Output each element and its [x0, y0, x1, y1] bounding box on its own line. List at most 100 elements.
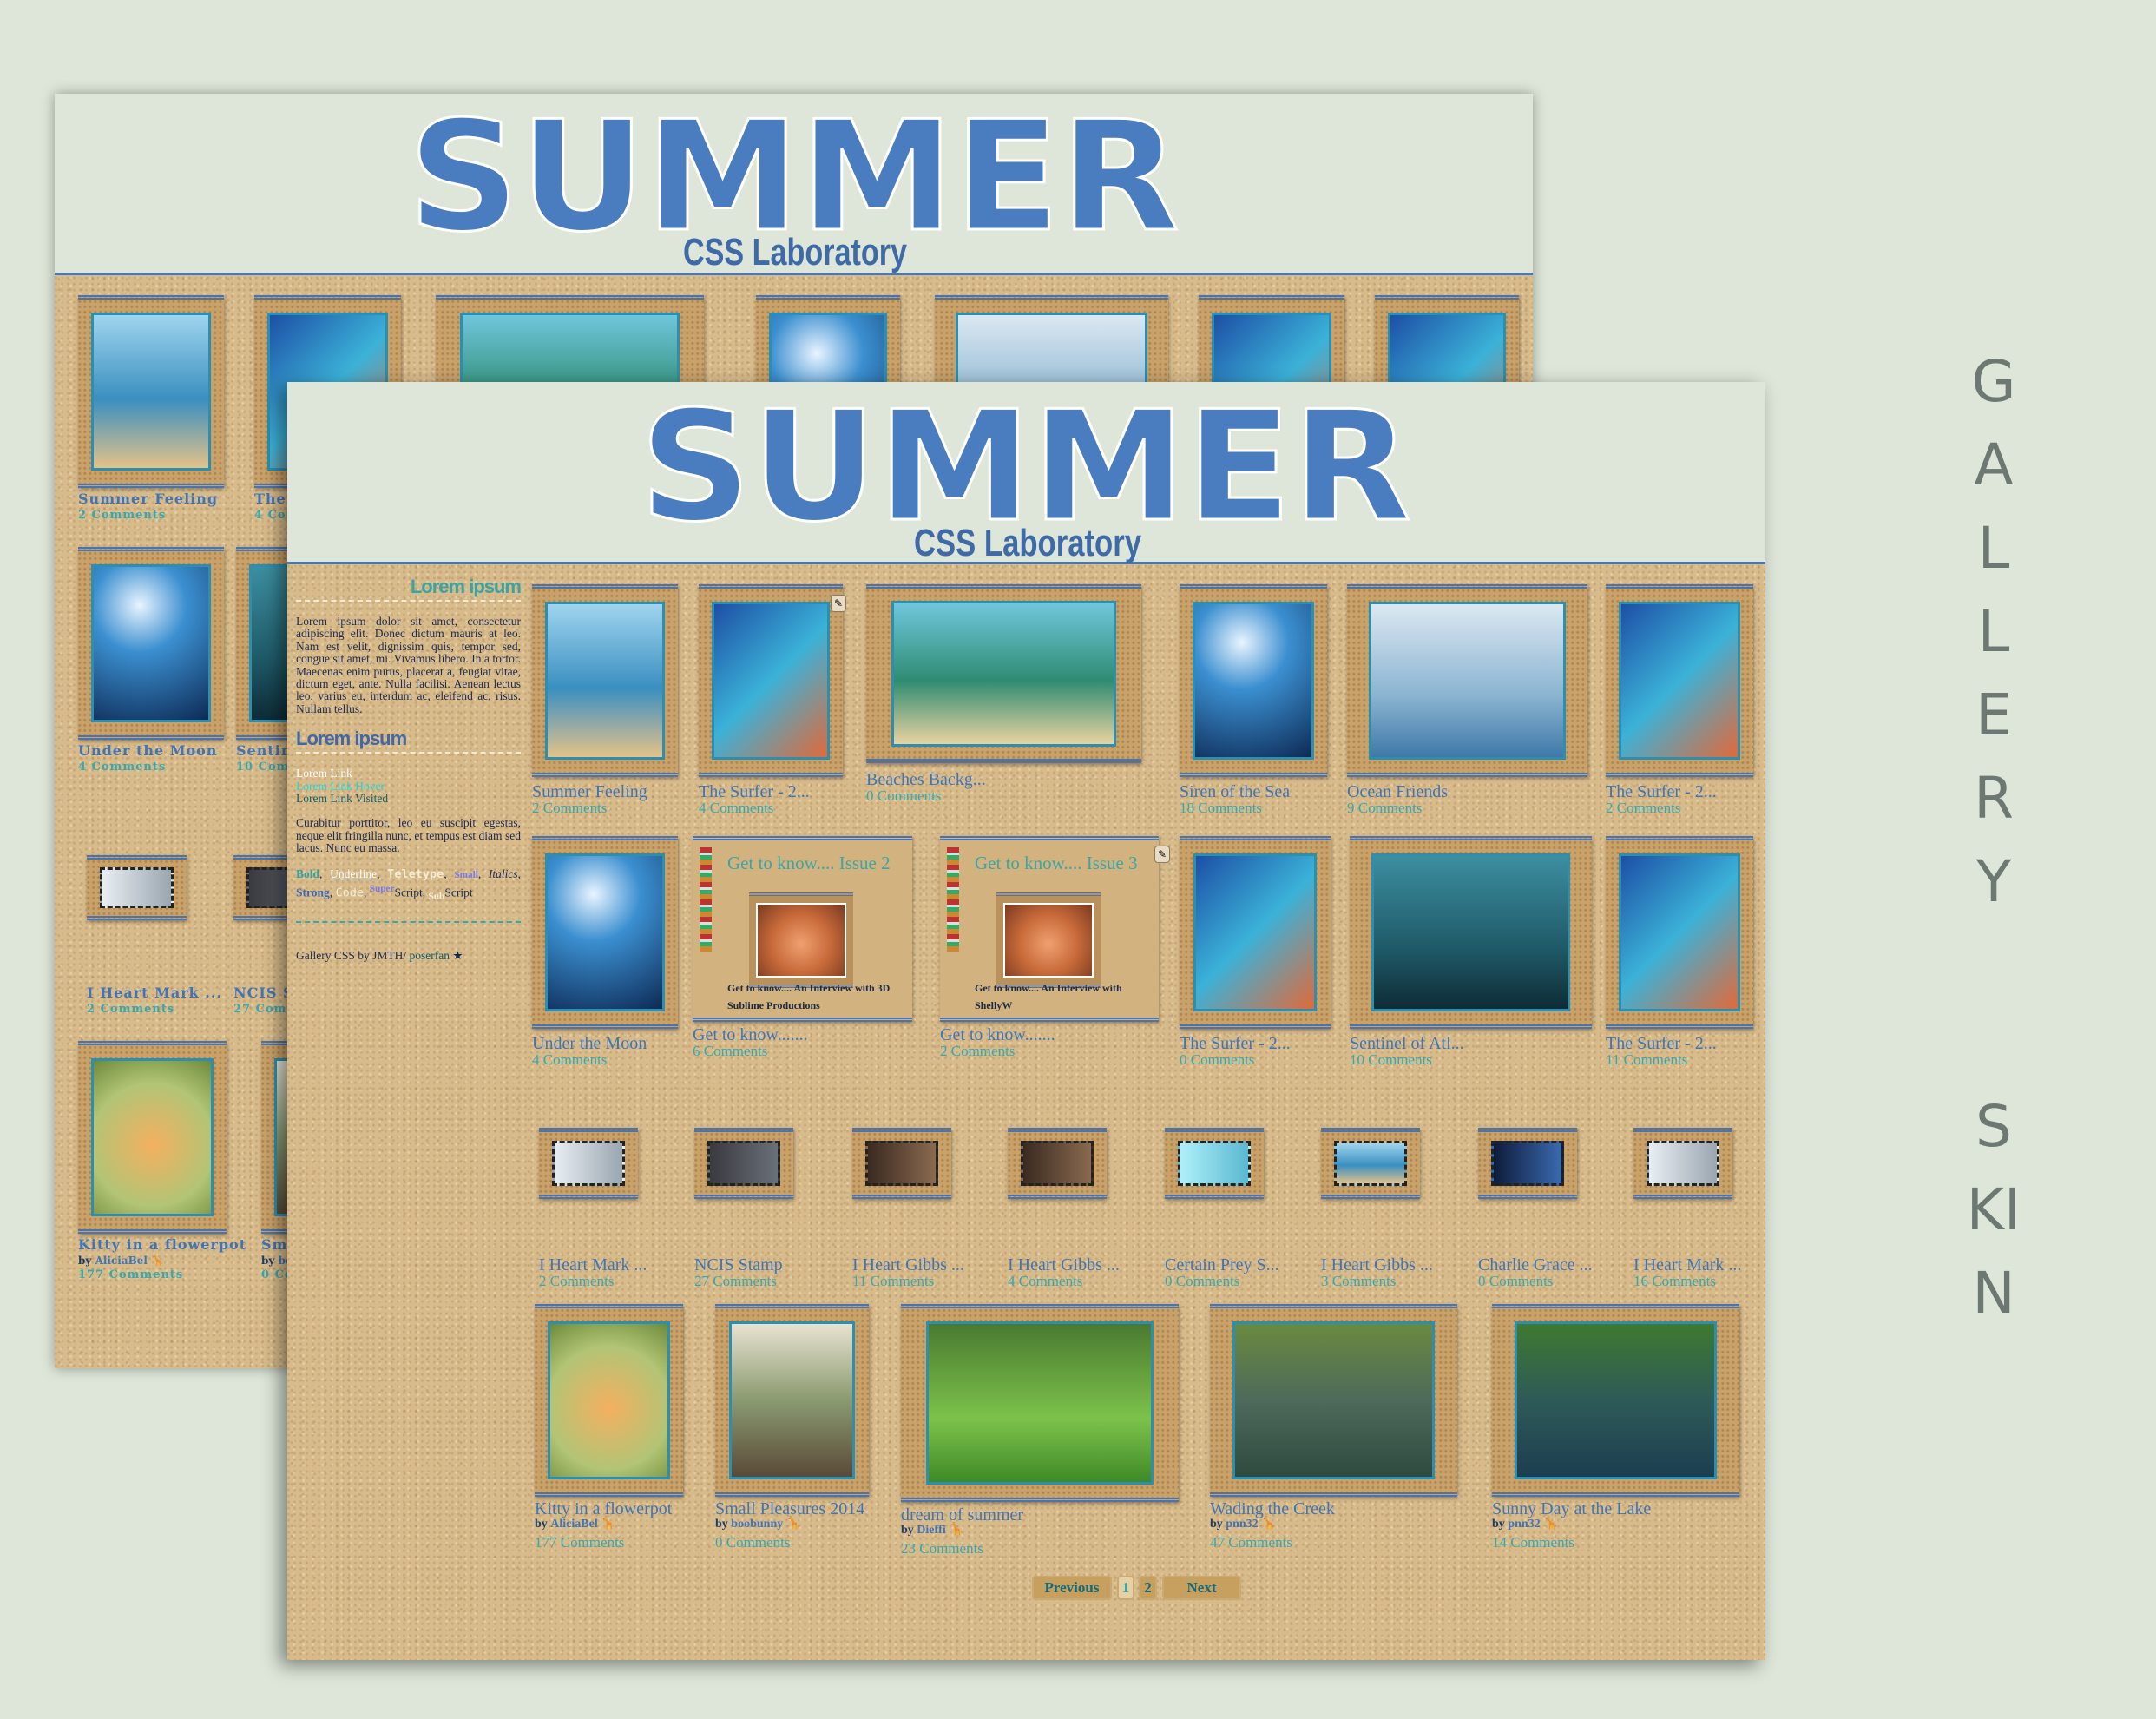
item-author[interactable]: by boobunny 🦒 [715, 1517, 801, 1531]
thumbnail-frame[interactable] [1347, 584, 1587, 777]
gallery-item[interactable]: Wading the Creek by pnn32 🦒 47 Comments [1210, 1304, 1457, 1551]
gallery-item[interactable]: NCIS Stamp 27 Comments [694, 1128, 793, 1289]
gallery-item[interactable]: The Surfer - 2... 11 Comments [1606, 836, 1753, 1068]
item-comments-link[interactable]: 6 Comments [693, 1043, 767, 1060]
next-page-button[interactable]: Next [1162, 1576, 1241, 1600]
item-comments-link[interactable]: 47 Comments [1210, 1534, 1292, 1551]
card-title[interactable]: Get to know.... Issue 2 [727, 853, 891, 874]
thumbnail-image[interactable] [548, 1321, 670, 1480]
gallery-item[interactable]: Kitty in a flowerpot by AliciaBel 🦒 177 Co… [78, 1041, 246, 1281]
author-link[interactable]: AliciaBel [550, 1518, 597, 1531]
item-comments-link[interactable]: 18 Comments [1180, 800, 1262, 817]
gallery-item[interactable]: The Surfer - 2...4 Comments [699, 584, 843, 816]
thumbnail-frame[interactable] [1008, 1128, 1107, 1199]
item-comments-link[interactable]: 4 Comments [699, 800, 773, 817]
thumbnail-frame[interactable] [694, 1128, 793, 1199]
edit-pencil-icon[interactable]: ✎ [1154, 846, 1170, 863]
edit-pencil-icon[interactable]: ✎ [831, 595, 846, 612]
thumbnail-frame[interactable] [1165, 1128, 1264, 1199]
thumbnail-image[interactable] [711, 601, 831, 761]
thumbnail-image[interactable] [1177, 1141, 1252, 1186]
item-title[interactable]: Under the Moon [78, 742, 217, 759]
previous-page-button[interactable]: Previous [1032, 1576, 1112, 1600]
item-comments-link[interactable]: 2 Comments [532, 800, 607, 817]
card-title[interactable]: Get to know.... Issue 3 [975, 853, 1138, 874]
thumbnail-frame[interactable] [78, 547, 224, 740]
item-comments-link[interactable]: 10 Comments [1350, 1051, 1432, 1069]
thumbnail-image[interactable] [925, 1321, 1154, 1485]
thumbnail-frame[interactable] [866, 584, 1141, 763]
thumbnail-image[interactable] [1368, 601, 1567, 761]
thumbnail-frame[interactable] [532, 836, 678, 1029]
thumbnail-frame[interactable] [1606, 836, 1753, 1029]
gallery-item[interactable]: Under the Moon 4 Comments [78, 547, 224, 774]
author-link[interactable]: pnn32 [1508, 1518, 1540, 1531]
sidebar-link[interactable]: Lorem Link [296, 767, 521, 780]
item-comments-link[interactable]: 0 Comments [715, 1534, 790, 1551]
thumbnail-frame[interactable] [78, 1041, 227, 1234]
gallery-item[interactable]: I Heart Gibbs ... 3 Comments [1321, 1128, 1433, 1289]
thumbnail-frame[interactable] [1606, 584, 1753, 777]
item-comments-link[interactable]: 4 Comments [1008, 1273, 1082, 1290]
item-author[interactable]: by AliciaBel 🦒 [78, 1255, 164, 1267]
author-link[interactable]: boobunny [731, 1518, 783, 1531]
thumbnail-image[interactable] [91, 1057, 214, 1217]
item-comments-link[interactable]: 0 Comments [1478, 1273, 1553, 1290]
page-2-button[interactable]: 2 [1139, 1576, 1157, 1600]
gallery-item[interactable]: Summer Feeling 2 Comments [78, 295, 224, 522]
thumbnail-image[interactable] [864, 1141, 939, 1186]
item-comments-link[interactable]: 4 Comments [532, 1051, 607, 1069]
gallery-item[interactable]: Charlie Grace ... 0 Comments [1478, 1128, 1593, 1289]
item-author[interactable]: by pnn32 🦒 [1210, 1517, 1277, 1531]
gallery-item[interactable]: Under the Moon 4 Comments [532, 836, 678, 1068]
thumbnail-frame[interactable] [1321, 1128, 1420, 1199]
thumbnail-frame[interactable] [1492, 1304, 1739, 1497]
item-comments-link[interactable]: 2 Comments [940, 1043, 1015, 1060]
item-comments-link[interactable]: 11 Comments [852, 1273, 934, 1290]
thumbnail-frame[interactable] [1180, 836, 1331, 1029]
thumbnail-image[interactable] [1193, 601, 1314, 761]
thumbnail-image[interactable] [1333, 1141, 1408, 1186]
gallery-item[interactable]: Siren of the Sea18 Comments [1180, 584, 1327, 816]
thumbnail-frame[interactable] [715, 1304, 869, 1497]
thumbnail-image[interactable] [1490, 1141, 1565, 1186]
thumbnail-image[interactable] [1020, 1141, 1094, 1186]
gallery-item[interactable]: dream of summer by Dieffi 🦒 23 Comments [901, 1304, 1179, 1557]
gallery-item[interactable]: The Surfer - 2...2 Comments [1606, 584, 1753, 816]
thumbnail-image[interactable] [1193, 853, 1318, 1012]
gallery-item[interactable]: Summer Feeling 2 Comments [532, 584, 678, 816]
thumbnail-frame[interactable] [539, 1128, 638, 1199]
gallery-item[interactable]: Get to know.... Issue 2 Get to know.... A… [693, 836, 912, 1059]
thumbnail-frame[interactable] [699, 584, 843, 777]
thumbnail-image[interactable] [1619, 601, 1740, 761]
item-author[interactable]: by AliciaBel 🦒 [535, 1517, 616, 1531]
article-card[interactable]: Get to know.... Issue 3 Get to know.... A… [940, 836, 1159, 1022]
gallery-item[interactable]: I Heart Gibbs ... 4 Comments [1008, 1128, 1120, 1289]
thumbnail-frame[interactable] [1180, 584, 1327, 777]
page-1-button[interactable]: 1 [1117, 1576, 1134, 1600]
gallery-item[interactable]: Beaches Backg...0 Comments [866, 584, 1141, 804]
item-comments-link[interactable]: 16 Comments [1633, 1273, 1716, 1290]
thumbnail-frame[interactable] [532, 584, 678, 777]
gallery-item[interactable]: I Heart Mark ... 16 Comments [1633, 1128, 1741, 1289]
item-comments-link[interactable]: 0 Comments [866, 787, 941, 805]
thumbnail-frame[interactable] [1350, 836, 1592, 1029]
thumbnail-image[interactable] [91, 312, 211, 471]
item-comments-link[interactable]: 177 Comments [78, 1268, 183, 1281]
article-thumbnail[interactable] [996, 892, 1101, 988]
gallery-item[interactable]: Sunny Day at the Lake by pnn32 🦒 14 Commen… [1492, 1304, 1739, 1551]
gallery-item[interactable]: Ocean Friends9 Comments [1347, 584, 1587, 816]
article-thumbnail[interactable] [749, 892, 853, 988]
gallery-item[interactable]: Sentinel of Atl...10 Comments [1350, 836, 1592, 1068]
item-comments-link[interactable]: 3 Comments [1321, 1273, 1396, 1290]
item-comments-link[interactable]: 27 Comments [694, 1273, 777, 1290]
thumbnail-frame[interactable] [901, 1304, 1179, 1502]
thumbnail-frame[interactable] [78, 295, 224, 488]
item-comments-link[interactable]: 23 Comments [901, 1540, 983, 1558]
item-title[interactable]: I Heart Mark ... [87, 985, 222, 1001]
thumbnail-image[interactable] [891, 600, 1117, 748]
thumbnail-frame[interactable] [535, 1304, 683, 1497]
gallery-item[interactable]: I Heart Gibbs ... 11 Comments [852, 1128, 964, 1289]
item-comments-link[interactable]: 2 Comments [78, 509, 166, 522]
thumbnail-image[interactable] [1514, 1321, 1718, 1480]
